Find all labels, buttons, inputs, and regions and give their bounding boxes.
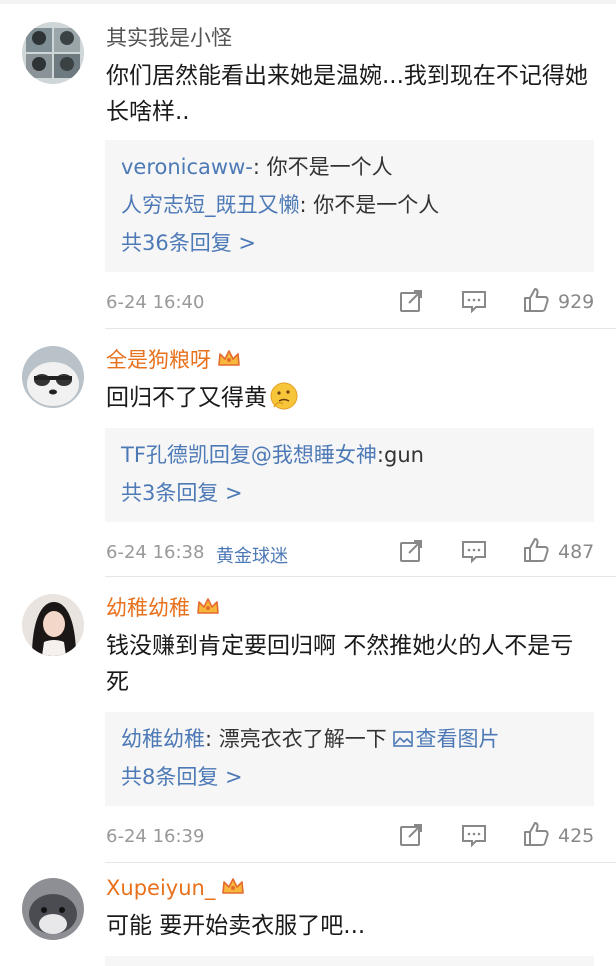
avatar[interactable]: [22, 22, 84, 84]
comment-text: 钱没赚到肯定要回归啊 不然推她火的人不是亏死: [106, 633, 574, 695]
share-icon[interactable]: [398, 538, 424, 564]
fan-badge[interactable]: 黄金球迷: [216, 542, 288, 568]
reply-author[interactable]: TF孔德凯回复@我想睡女神: [121, 443, 377, 467]
comment-icon[interactable]: [461, 822, 487, 848]
share-icon[interactable]: [398, 288, 424, 314]
reply-item: veronicaww-: 你不是一个人: [121, 155, 393, 179]
username[interactable]: 幼稚幼稚: [106, 594, 220, 622]
image-icon: [393, 731, 414, 747]
timestamp: 6-24 16:38: [106, 542, 205, 563]
like-icon[interactable]: [522, 820, 550, 848]
reply-author[interactable]: 人穷志短_既丑又懒: [121, 193, 300, 217]
divider: [105, 328, 616, 329]
like-count: 425: [558, 825, 595, 847]
username[interactable]: 全是狗粮呀: [106, 346, 241, 374]
view-image-link[interactable]: 查看图片: [393, 727, 499, 751]
avatar[interactable]: [22, 346, 84, 408]
comment-icon[interactable]: [461, 288, 487, 314]
comment-meta: 6-24 16:40 929: [106, 288, 616, 318]
comment-text: 可能 要开始卖衣服了吧...: [106, 913, 366, 939]
comment-text: 回归不了又得黄: [106, 380, 596, 416]
like-count: 487: [558, 541, 595, 563]
reply-text: 你不是一个人: [313, 193, 440, 217]
more-replies-link[interactable]: 共8条回复 >: [121, 758, 578, 796]
timestamp: 6-24 16:39: [106, 826, 205, 847]
reply-item: 幼稚幼稚: 漂亮衣衣了解一下 查看图片: [121, 727, 500, 751]
reply-text: gun: [383, 443, 424, 467]
reply-author[interactable]: 幼稚幼稚: [121, 727, 205, 751]
more-replies-link[interactable]: 共36条回复 >: [121, 224, 578, 262]
timestamp: 6-24 16:40: [106, 292, 205, 313]
reply-box[interactable]: veronicaww-: 你不是一个人 人穷志短_既丑又懒: 你不是一个人 共3…: [105, 140, 594, 272]
comment-item: 其实我是小怪 你们居然能看出来她是温婉...我到现在不记得她长啥样.. vero…: [0, 0, 616, 330]
reply-item: 人穷志短_既丑又懒: 你不是一个人: [121, 193, 440, 217]
comment-icon[interactable]: [461, 538, 487, 564]
reply-text: 漂亮衣衣了解一下: [218, 727, 394, 751]
comment-item: 幼稚幼稚 钱没赚到肯定要回归啊 不然推她火的人不是亏死 幼稚幼稚: 漂亮衣衣了解…: [0, 578, 616, 864]
crown-icon: [218, 350, 240, 366]
like-icon[interactable]: [522, 286, 550, 314]
username[interactable]: 其实我是小怪: [106, 24, 232, 52]
reply-box[interactable]: TF孔德凯回复@我想睡女神:gun 共3条回复 >: [105, 428, 594, 522]
reply-box[interactable]: [105, 956, 594, 966]
reply-text: 你不是一个人: [266, 155, 393, 179]
comment-meta: 6-24 16:38 黄金球迷 487: [106, 538, 616, 568]
comment-item: Xupeiyun_ 可能 要开始卖衣服了吧...: [0, 864, 616, 966]
like-icon[interactable]: [522, 536, 550, 564]
avatar[interactable]: [22, 594, 84, 656]
reply-author[interactable]: veronicaww-: [121, 155, 253, 179]
more-replies-link[interactable]: 共3条回复 >: [121, 474, 578, 512]
reply-item: TF孔德凯回复@我想睡女神:gun: [121, 443, 424, 467]
comment-text: 你们居然能看出来她是温婉...我到现在不记得她长啥样..: [106, 63, 588, 125]
share-icon[interactable]: [398, 822, 424, 848]
reply-box[interactable]: 幼稚幼稚: 漂亮衣衣了解一下 查看图片 共8条回复 >: [105, 712, 594, 806]
comment-item: 全是狗粮呀 回归不了又得黄 TF孔德凯回复@我想睡女神:gun 共3条回复 > …: [0, 330, 616, 578]
avatar[interactable]: [22, 878, 84, 940]
thinking-emoji: [270, 382, 298, 410]
crown-icon: [222, 878, 245, 894]
comment-meta: 6-24 16:39 425: [106, 822, 616, 852]
divider: [105, 576, 616, 577]
divider: [105, 862, 616, 863]
crown-icon: [197, 598, 219, 614]
username[interactable]: Xupeiyun_: [106, 874, 245, 902]
like-count: 929: [558, 291, 595, 313]
